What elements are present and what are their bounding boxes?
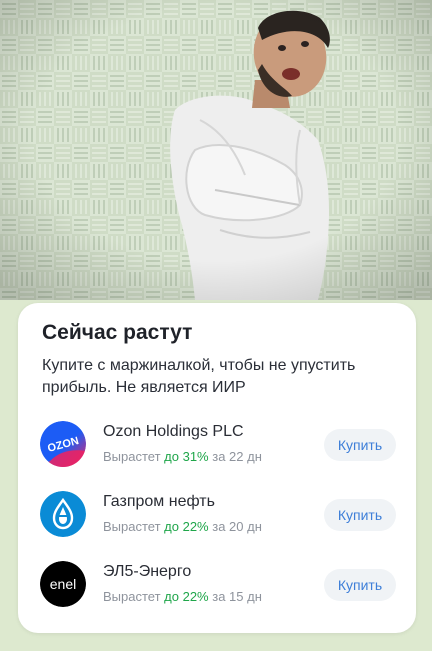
enel-logo-text: enel bbox=[50, 576, 76, 592]
growth-value: до 22% bbox=[164, 519, 209, 534]
growth-value: до 31% bbox=[164, 449, 209, 464]
item-name: Газпром нефть bbox=[103, 493, 215, 510]
buy-button-ozon[interactable]: Купить bbox=[324, 429, 396, 461]
buy-button-gazprom-neft[interactable]: Купить bbox=[324, 499, 396, 531]
item-growth: Вырастет до 31% за 22 дн bbox=[103, 449, 262, 464]
item-growth: Вырастет до 22% за 15 дн bbox=[103, 589, 262, 604]
gazprom-neft-logo-icon bbox=[40, 491, 86, 537]
growth-period: за 15 дн bbox=[212, 589, 262, 604]
item-name: Ozon Holdings PLC bbox=[103, 423, 244, 440]
list-item[interactable]: enel ЭЛ5-Энерго Вырастет до 22% за 15 дн… bbox=[40, 559, 396, 609]
list-item[interactable]: OZON Ozon Holdings PLC Вырастет до 31% з… bbox=[40, 419, 396, 469]
list-item[interactable]: Газпром нефть Вырастет до 22% за 20 дн К… bbox=[40, 489, 396, 539]
screen: Сейчас растут Купите с маржиналкой, чтоб… bbox=[0, 0, 432, 651]
buy-button-el5-energo[interactable]: Купить bbox=[324, 569, 396, 601]
growth-card: Сейчас растут Купите с маржиналкой, чтоб… bbox=[18, 303, 416, 633]
growth-value: до 22% bbox=[164, 589, 209, 604]
growth-prefix: Вырастет bbox=[103, 449, 161, 464]
growth-prefix: Вырастет bbox=[103, 519, 161, 534]
meme-photo bbox=[0, 0, 432, 300]
card-subtitle: Купите с маржиналкой, чтобы не упустить … bbox=[42, 357, 356, 396]
growth-period: за 22 дн bbox=[212, 449, 262, 464]
ozon-logo-icon: OZON bbox=[40, 421, 86, 467]
item-name: ЭЛ5-Энерго bbox=[103, 563, 192, 580]
card-title: Сейчас растут bbox=[42, 321, 193, 344]
growth-period: за 20 дн bbox=[212, 519, 262, 534]
growth-prefix: Вырастет bbox=[103, 589, 161, 604]
enel-logo-icon: enel bbox=[40, 561, 86, 607]
item-growth: Вырастет до 22% за 20 дн bbox=[103, 519, 262, 534]
